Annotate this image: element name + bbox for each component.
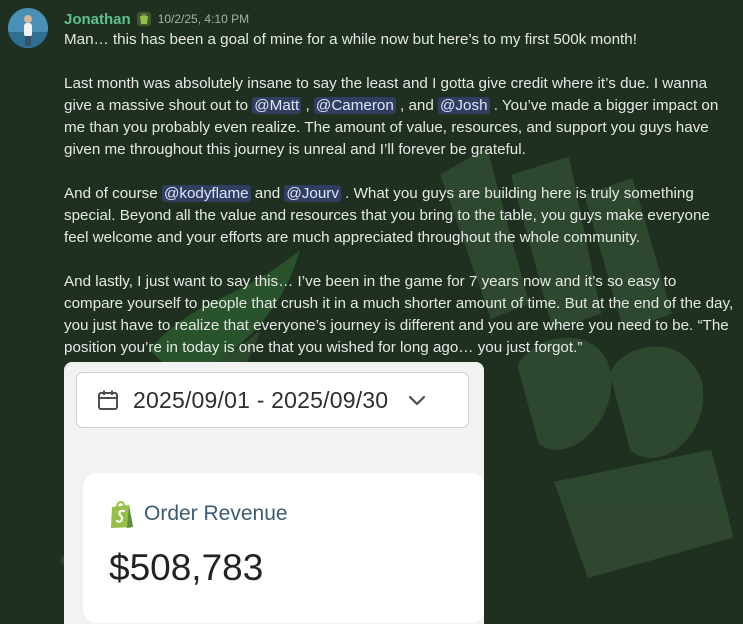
shopify-bag-icon xyxy=(109,499,135,529)
author-name[interactable]: Jonathan xyxy=(64,11,131,28)
card-header: Order Revenue xyxy=(109,499,288,529)
message-content: Man… this has been a goal of mine for a … xyxy=(64,29,736,359)
message-timestamp[interactable]: 10/2/25, 4:10 PM xyxy=(158,12,249,26)
card-title: Order Revenue xyxy=(144,502,288,525)
mention-josh[interactable]: @Josh xyxy=(438,97,490,114)
text-segment: and xyxy=(250,185,285,202)
revenue-value: $508,783 xyxy=(109,547,264,588)
chevron-down-icon xyxy=(406,389,428,411)
message-paragraph-2: Last month was absolutely insane to say … xyxy=(64,73,736,161)
text-segment: , and xyxy=(395,97,439,114)
avatar[interactable] xyxy=(8,8,48,48)
message-paragraph-1: Man… this has been a goal of mine for a … xyxy=(64,31,637,48)
date-range-value: 2025/09/01 - 2025/09/30 xyxy=(133,386,389,413)
message-paragraph-4: And lastly, I just want to say this… I’v… xyxy=(64,273,734,356)
mention-cameron[interactable]: @Cameron xyxy=(313,97,396,114)
shopify-icon[interactable] xyxy=(136,12,151,26)
order-revenue-card: Order Revenue $508,783 xyxy=(83,473,484,623)
date-range-picker: 2025/09/01 - 2025/09/30 xyxy=(76,372,469,428)
text-segment: And of course xyxy=(64,185,162,202)
mention-matt[interactable]: @Matt xyxy=(252,97,302,114)
message-header: Jonathan 10/2/25, 4:10 PM xyxy=(64,9,249,29)
avatar-image xyxy=(8,8,48,48)
calendar-icon xyxy=(97,389,119,411)
text-segment: , xyxy=(301,97,314,114)
mention-jourv[interactable]: @Jourv xyxy=(284,185,341,202)
message-paragraph-3: And of course @kodyflame and @Jourv . Wh… xyxy=(64,183,736,249)
mention-kodyflame[interactable]: @kodyflame xyxy=(161,185,251,202)
attachment-image[interactable]: 2025/09/01 - 2025/09/30 Order Revenue $5… xyxy=(64,362,484,624)
